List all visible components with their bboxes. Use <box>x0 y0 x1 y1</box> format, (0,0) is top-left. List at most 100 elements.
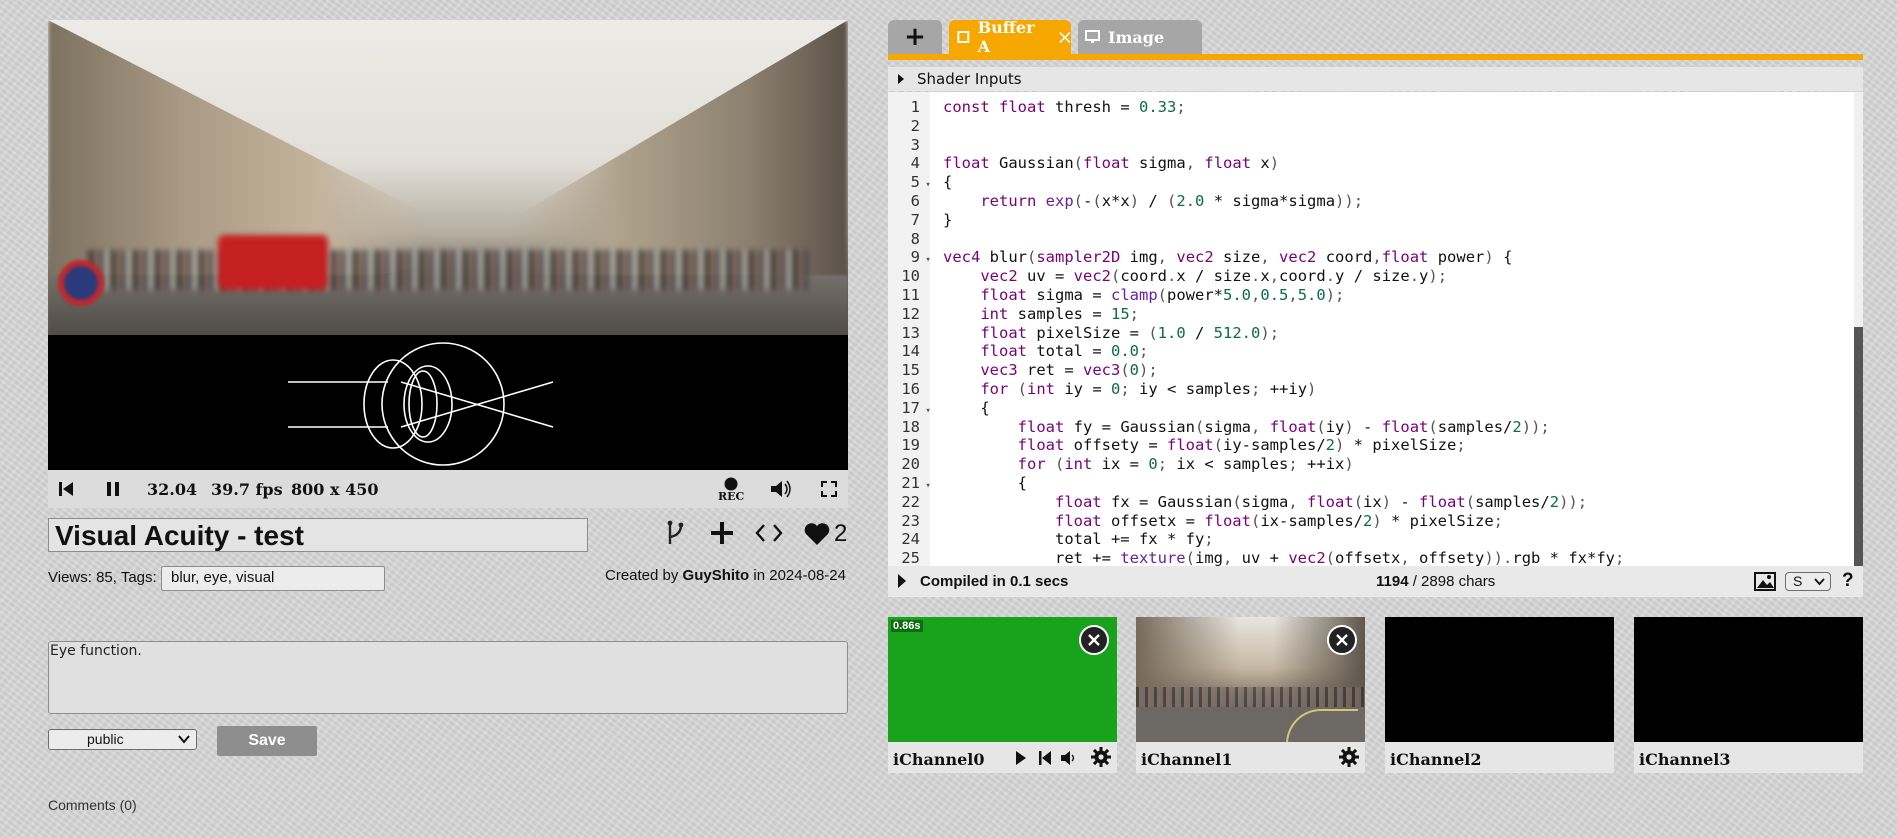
code-line[interactable]: 24 total += fx * fy; <box>888 530 1853 549</box>
code-line[interactable]: 9 ▾ vec4 blur(sampler2D img, vec2 size, v… <box>888 248 1853 267</box>
code-line[interactable]: 14 float total = 0.0; <box>888 342 1853 361</box>
skip-back-icon[interactable] <box>1038 750 1052 766</box>
line-source: float Gaussian(float sigma, float x) <box>943 154 1280 173</box>
line-number: 25 <box>901 549 920 566</box>
fullscreen-button[interactable] <box>820 470 838 508</box>
code-line[interactable]: 17 ▾ { <box>888 399 1853 418</box>
line-source: float sigma = clamp(power*5.0,0.5,5.0); <box>980 285 1345 304</box>
volume-icon[interactable] <box>1060 750 1076 766</box>
add-tab-button[interactable]: + <box>888 20 942 54</box>
line-number: 3 <box>910 135 920 154</box>
channel-2[interactable]: iChannel2 <box>1385 617 1614 773</box>
chevron-down-icon <box>1814 578 1825 586</box>
close-icon <box>1088 634 1100 646</box>
code-line[interactable]: 2 <box>888 117 1853 136</box>
line-number: 2 <box>910 116 920 135</box>
code-lines[interactable]: 1 const float thresh = 0.33; 2 3 4 float Gaus… <box>888 98 1853 566</box>
gear-icon[interactable] <box>1091 747 1111 767</box>
code-line[interactable]: 15 vec3 ret = vec3(0); <box>888 361 1853 380</box>
channel-1-thumbnail[interactable] <box>1136 617 1365 742</box>
channel-1[interactable]: iChannel1 <box>1136 617 1365 773</box>
created-prefix: Created by <box>605 567 679 584</box>
code-line[interactable]: 25 ret += texture(img, uv + vec2(offsetx… <box>888 549 1853 566</box>
line-number: 18 <box>901 417 920 436</box>
line-source: float offsety = float(iy-samples/2) * pi… <box>1017 436 1466 455</box>
rewind-button[interactable] <box>58 470 74 508</box>
like-button[interactable]: 2 <box>804 520 847 548</box>
remove-channel-0-button[interactable] <box>1079 625 1109 655</box>
tab-buffer-a[interactable]: Buffer A <box>949 18 1071 56</box>
editor-scrollbar[interactable] <box>1854 92 1863 566</box>
code-line[interactable]: 16 for (int iy = 0; iy < samples; ++iy) <box>888 380 1853 399</box>
code-line[interactable]: 7} <box>888 211 1853 230</box>
description-textarea[interactable]: Eye function. <box>48 641 848 714</box>
font-size-select[interactable]: S <box>1785 572 1831 591</box>
code-line[interactable]: 22 float fx = Gaussian(sigma, float(ix) … <box>888 493 1853 512</box>
line-source: return exp(-(x*x) / (2.0 * sigma*sigma))… <box>980 191 1364 210</box>
tags-input[interactable]: blur, eye, visual <box>161 566 385 591</box>
shader-inputs-toggle[interactable]: Shader Inputs <box>888 67 1863 91</box>
compile-status: Compiled in 0.1 secs <box>920 573 1069 590</box>
code-line[interactable]: 12 int samples = 15; <box>888 305 1853 324</box>
channel-3[interactable]: iChannel3 <box>1634 617 1863 773</box>
add-to-playlist-button[interactable] <box>710 521 734 550</box>
player-controls: 32.04 39.7 fps 800 x 450 REC <box>48 470 848 508</box>
code-line[interactable]: 21 ▾ { <box>888 474 1853 493</box>
channel-3-footer: iChannel3 <box>1634 742 1863 773</box>
channel-0-thumbnail[interactable]: 0.86s <box>888 617 1117 742</box>
pause-button[interactable] <box>105 470 121 508</box>
code-line[interactable]: 5 ▾{ <box>888 173 1853 192</box>
code-line[interactable]: 8 <box>888 230 1853 249</box>
code-line[interactable]: 4 float Gaussian(float sigma, float x) <box>888 154 1853 173</box>
line-number: 17 <box>901 398 920 417</box>
channel-0[interactable]: 0.86s iChannel0 <box>888 617 1117 773</box>
code-line[interactable]: 20 for (int ix = 0; ix < samples; ++ix) <box>888 455 1853 474</box>
author-link[interactable]: GuyShito <box>683 567 750 584</box>
line-source: int samples = 15; <box>980 304 1139 323</box>
privacy-select[interactable]: public <box>48 729 197 750</box>
media-button[interactable] <box>1754 572 1776 595</box>
code-line[interactable]: 6 return exp(-(x*x) / (2.0 * sigma*sigma… <box>888 192 1853 211</box>
code-line[interactable]: 19 float offsety = float(iy-samples/2) *… <box>888 436 1853 455</box>
code-line[interactable]: 3 <box>888 136 1853 155</box>
shader-title-input[interactable]: Visual Acuity - test <box>48 518 588 552</box>
embed-code-button[interactable] <box>755 522 783 549</box>
char-count-total: / 2898 chars <box>1412 573 1496 590</box>
help-button[interactable]: ? <box>1842 570 1854 592</box>
line-source: float fy = Gaussian(sigma, float(iy) - f… <box>1017 417 1550 436</box>
channel-2-thumbnail[interactable] <box>1385 617 1614 742</box>
volume-button[interactable] <box>770 470 792 508</box>
line-number: 8 <box>910 229 920 248</box>
line-source: const float thresh = 0.33; <box>943 98 1186 116</box>
code-line[interactable]: 13 float pixelSize = (1.0 / 512.0); <box>888 324 1853 343</box>
channel-3-thumbnail[interactable] <box>1634 617 1863 742</box>
channel-0-label: iChannel0 <box>893 750 985 769</box>
line-number: 6 <box>910 191 920 210</box>
save-button[interactable]: Save <box>217 726 317 756</box>
editor-scroll-thumb[interactable] <box>1854 327 1863 566</box>
views-tags-label: Views: 85, Tags: <box>48 569 157 586</box>
line-number: 1 <box>910 98 920 116</box>
record-button[interactable]: REC <box>718 470 744 508</box>
code-line[interactable]: 11 float sigma = clamp(power*5.0,0.5,5.0… <box>888 286 1853 305</box>
code-line[interactable]: 18 float fy = Gaussian(sigma, float(iy) … <box>888 418 1853 437</box>
font-size-value: S <box>1793 573 1803 589</box>
code-line[interactable]: 10 vec2 uv = vec2(coord.x / size.x,coord… <box>888 267 1853 286</box>
code-line[interactable]: 23 float offsetx = float(ix-samples/2) *… <box>888 512 1853 531</box>
gear-icon[interactable] <box>1339 747 1359 767</box>
shader-canvas[interactable] <box>48 20 848 470</box>
eye-diagram-svg <box>288 342 554 466</box>
blurred-street-scene <box>48 20 848 335</box>
tab-image[interactable]: Image <box>1078 20 1202 54</box>
remove-channel-1-button[interactable] <box>1327 625 1357 655</box>
close-tab-icon[interactable] <box>1059 31 1071 44</box>
play-icon[interactable] <box>1015 750 1027 766</box>
code-editor[interactable]: 1 const float thresh = 0.33; 2 3 4 float Gaus… <box>888 92 1863 566</box>
fork-button[interactable] <box>664 519 686 552</box>
line-number: 22 <box>901 492 920 511</box>
compile-button[interactable] <box>897 573 907 593</box>
line-number: 11 <box>901 285 920 304</box>
channel-2-footer: iChannel2 <box>1385 742 1614 773</box>
close-icon <box>1336 634 1348 646</box>
code-line[interactable]: 1 const float thresh = 0.33; <box>888 98 1853 117</box>
